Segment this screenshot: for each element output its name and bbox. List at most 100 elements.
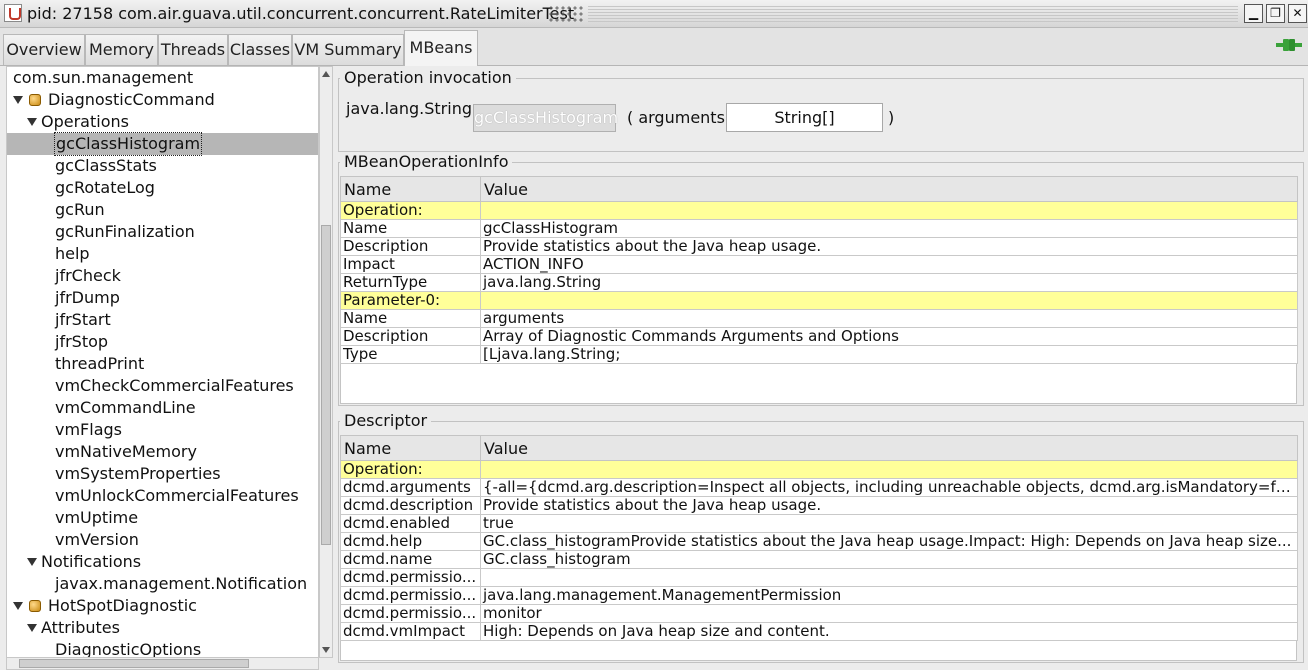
tree-item-label: HotSpotDiagnostic: [48, 596, 197, 615]
table-row[interactable]: Name gcClassHistogram: [340, 219, 1298, 238]
tree-item[interactable]: gcRotateLog: [7, 177, 318, 199]
name-cell: Name: [340, 309, 481, 328]
table-row[interactable]: ReturnType java.lang.String: [340, 273, 1298, 292]
expand-toggle-icon[interactable]: [13, 602, 23, 610]
tree-item[interactable]: DiagnosticCommand: [7, 89, 318, 111]
connection-plug-icon[interactable]: [1276, 37, 1302, 53]
tree-item[interactable]: gcClassHistogram: [7, 132, 318, 156]
tree-item[interactable]: HotSpotDiagnostic: [7, 595, 318, 617]
name-column-header[interactable]: Name: [340, 435, 481, 461]
tree-item[interactable]: jfrDump: [7, 287, 318, 309]
tree-horizontal-scrollbar[interactable]: [6, 657, 319, 670]
close-button[interactable]: ✕: [1288, 4, 1307, 23]
expand-toggle-icon[interactable]: [13, 96, 23, 104]
maximize-button[interactable]: ❐: [1266, 4, 1285, 23]
tree-item-label: gcClassStats: [55, 156, 157, 175]
name-cell: Parameter-0:: [340, 291, 481, 310]
tree-item-label: help: [55, 244, 90, 263]
table-row[interactable]: dcmd.enabled true: [340, 514, 1298, 533]
table-row[interactable]: Description Provide statistics about the …: [340, 237, 1298, 256]
tree-item-label: threadPrint: [55, 354, 145, 373]
table-row[interactable]: dcmd.permissio...: [340, 568, 1298, 587]
tree-item-label: vmSystemProperties: [55, 464, 221, 483]
expand-toggle-icon[interactable]: [27, 118, 37, 126]
tree-item[interactable]: vmCheckCommercialFeatures: [7, 375, 318, 397]
tree-item-label: vmVersion: [55, 530, 139, 549]
tree-item[interactable]: vmUnlockCommercialFeatures: [7, 485, 318, 507]
table-row[interactable]: dcmd.permissio... java.lang.management.Ma…: [340, 586, 1298, 605]
tab-bar: Overview Memory Threads Classes VM Summa…: [0, 28, 1308, 66]
arguments-input[interactable]: String[]: [726, 103, 883, 132]
value-cell: [Ljava.lang.String;: [480, 345, 1298, 364]
tree-item[interactable]: vmVersion: [7, 529, 318, 551]
tree-item[interactable]: gcClassStats: [7, 155, 318, 177]
tree-item[interactable]: vmNativeMemory: [7, 441, 318, 463]
table-row[interactable]: Impact ACTION_INFO: [340, 255, 1298, 274]
tree-item[interactable]: DiagnosticOptions: [7, 639, 318, 657]
tree-item[interactable]: Operations: [7, 111, 318, 133]
table-section-row[interactable]: Operation:: [340, 201, 1298, 220]
arguments-label: ( arguments: [627, 108, 725, 127]
table-section-row[interactable]: Parameter-0:: [340, 291, 1298, 310]
tree-item[interactable]: vmCommandLine: [7, 397, 318, 419]
table-row[interactable]: dcmd.help GC.class_histogramProvide stati…: [340, 532, 1298, 551]
table-row[interactable]: Type [Ljava.lang.String;: [340, 345, 1298, 364]
tree-item[interactable]: vmUptime: [7, 507, 318, 529]
tree-item[interactable]: vmSystemProperties: [7, 463, 318, 485]
scroll-down-icon[interactable]: [322, 647, 330, 653]
value-column-header[interactable]: Value: [480, 435, 1298, 461]
tab-vm-summary[interactable]: VM Summary: [292, 34, 404, 65]
scrollbar-thumb[interactable]: [321, 225, 331, 545]
value-cell: {-all={dcmd.arg.description=Inspect all …: [480, 478, 1298, 497]
expand-toggle-icon[interactable]: [27, 624, 37, 632]
value-cell: [480, 291, 1298, 310]
tree-item[interactable]: jfrStart: [7, 309, 318, 331]
table-row[interactable]: dcmd.vmImpact High: Depends on Java heap …: [340, 622, 1298, 641]
tree-item-label: vmUnlockCommercialFeatures: [55, 486, 299, 505]
table-section-row[interactable]: Operation:: [340, 460, 1298, 479]
table-row[interactable]: dcmd.name GC.class_histogram: [340, 550, 1298, 569]
tree-item[interactable]: Notifications: [7, 551, 318, 573]
tab-overview[interactable]: Overview: [3, 34, 85, 65]
value-cell: true: [480, 514, 1298, 533]
expand-toggle-icon[interactable]: [27, 558, 37, 566]
tree-item[interactable]: Attributes: [7, 617, 318, 639]
name-cell: dcmd.permissio...: [340, 568, 481, 587]
tree-item[interactable]: gcRun: [7, 199, 318, 221]
value-cell: Provide statistics about the Java heap u…: [480, 496, 1298, 515]
scrollbar-thumb[interactable]: [19, 659, 249, 668]
tree-item[interactable]: vmFlags: [7, 419, 318, 441]
tree-item-label: vmCommandLine: [55, 398, 196, 417]
tree-item[interactable]: gcRunFinalization: [7, 221, 318, 243]
tree-item[interactable]: help: [7, 243, 318, 265]
table-row[interactable]: Description Array of Diagnostic Commands …: [340, 327, 1298, 346]
table-row[interactable]: Name arguments: [340, 309, 1298, 328]
tree-item-label: jfrStart: [55, 310, 111, 329]
tree-item[interactable]: jfrStop: [7, 331, 318, 353]
tree-item[interactable]: com.sun.management: [7, 67, 318, 89]
tab-threads[interactable]: Threads: [158, 34, 228, 65]
tree-item-label: vmFlags: [55, 420, 122, 439]
tree-item[interactable]: javax.management.Notification: [7, 573, 318, 595]
table-row[interactable]: dcmd.permissio... monitor: [340, 604, 1298, 623]
table-row[interactable]: dcmd.description Provide statistics about…: [340, 496, 1298, 515]
invoke-operation-button[interactable]: gcClassHistogram: [473, 104, 618, 132]
tab-mbeans[interactable]: MBeans: [404, 30, 478, 66]
tab-classes[interactable]: Classes: [228, 34, 292, 65]
table-row[interactable]: dcmd.arguments {-all={dcmd.arg.descriptio…: [340, 478, 1298, 497]
tree-vertical-scrollbar[interactable]: [319, 66, 333, 658]
tree-item[interactable]: threadPrint: [7, 353, 318, 375]
tree-item[interactable]: jfrCheck: [7, 265, 318, 287]
name-cell: Description: [340, 237, 481, 256]
name-column-header[interactable]: Name: [340, 176, 481, 202]
name-cell: Type: [340, 345, 481, 364]
tab-memory[interactable]: Memory: [85, 34, 158, 65]
window-title: pid: 27158 com.air.guava.util.concurrent…: [27, 4, 575, 23]
value-cell: java.lang.String: [480, 273, 1298, 292]
return-type-label: java.lang.String: [346, 99, 472, 118]
mbean-tree[interactable]: com.sun.management DiagnosticCommand Opera…: [6, 66, 319, 658]
tree-item-label: jfrStop: [55, 332, 109, 351]
value-column-header[interactable]: Value: [480, 176, 1298, 202]
scroll-up-icon[interactable]: [322, 71, 330, 77]
minimize-button[interactable]: ▁: [1244, 4, 1263, 23]
